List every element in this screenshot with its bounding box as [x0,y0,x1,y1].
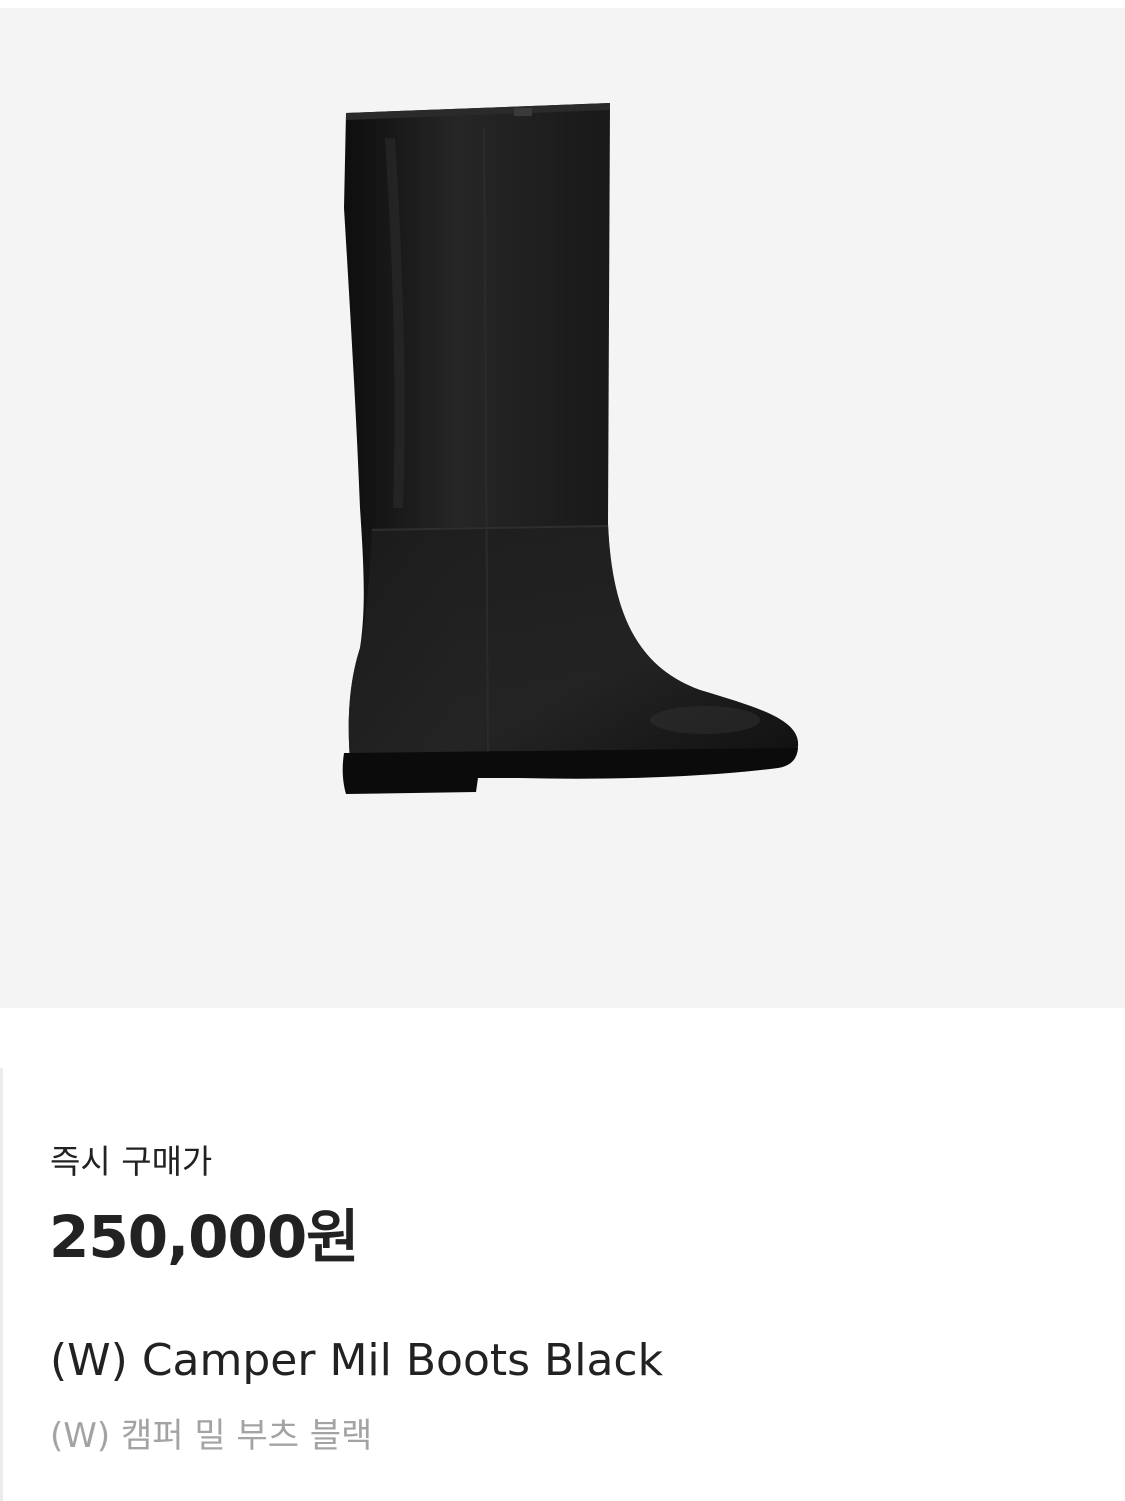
boot-sole [342,748,798,794]
price-label: 즉시 구매가 [50,1142,213,1181]
product-name-english[interactable]: (W) Camper Mil Boots Black [50,1335,663,1386]
product-page: 즉시 구매가 250,000원 (W) Camper Mil Boots Bla… [0,0,1125,1501]
divider [0,1068,3,1501]
product-info: 즉시 구매가 250,000원 (W) Camper Mil Boots Bla… [0,1068,1125,1501]
product-image[interactable] [0,8,1125,1008]
price-value: 250,000원 [49,1203,360,1271]
product-name-korean: (W) 캠퍼 밀 부츠 블랙 [50,1416,373,1456]
boot-image [342,103,799,794]
